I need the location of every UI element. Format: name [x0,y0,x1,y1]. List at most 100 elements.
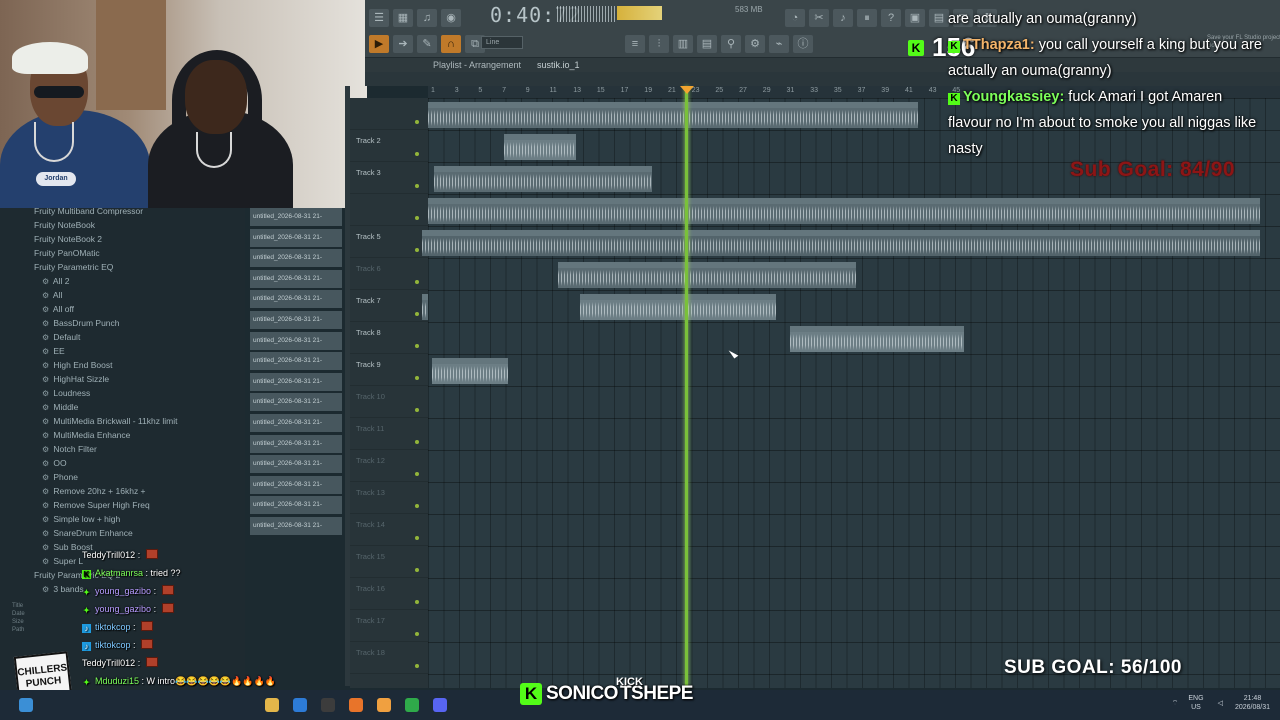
browser-item[interactable]: ⚙ All off [0,302,245,316]
help-icon[interactable]: ? [881,9,901,27]
save-icon[interactable]: ▣ [905,9,925,27]
recording-file[interactable]: untitled_2026-08-31 21- [250,372,342,391]
browser-item[interactable]: ⚙ MultiMedia Brickwall - 11khz limit [0,414,245,428]
mic-icon[interactable]: ♪ [833,9,853,27]
track-header[interactable] [350,98,428,130]
recording-file[interactable]: untitled_2026-08-31 21- [250,331,342,350]
volume-icon[interactable]: ◁ [1218,699,1223,707]
playhead-marker[interactable] [680,86,694,94]
track-header[interactable]: Track 12 [350,450,428,482]
mixer-icon[interactable]: ⫶ [649,35,669,53]
track-mute-led[interactable] [415,344,419,348]
audio-clip[interactable]: untitled_20...58_Insert 1 [432,358,508,384]
audio-clip[interactable]: [FREE] Nemzzz x Knucks x Roadstar Type B… [422,230,1260,256]
browser-item[interactable]: ⚙ BassDrum Punch [0,316,245,330]
browser-item[interactable]: Fruity Multiband Compressor [0,208,245,218]
track-mute-led[interactable] [415,536,419,540]
recording-file[interactable]: untitled_2026-08-31 21- [250,393,342,412]
clock[interactable]: 21:48 2026/08/31 [1235,694,1270,712]
audio-clip[interactable]: untitled_2026-08-31 21-22_Insert 1 [428,102,918,128]
info-icon[interactable]: ⓘ [793,35,813,53]
recording-file[interactable]: untitled_2026-08-31 21- [250,496,342,515]
track-mute-led[interactable] [415,184,419,188]
track-mute-led[interactable] [415,120,419,124]
browser-item[interactable]: Fruity NoteBook 2 [0,232,245,246]
track-mute-led[interactable] [415,440,419,444]
browser-item[interactable]: ⚙ High End Boost [0,358,245,372]
browser-item[interactable]: ⚙ SnareDrum Enhance [0,526,245,540]
plugin-icon[interactable]: ⚲ [721,35,741,53]
browser-item[interactable]: Fruity NoteBook [0,218,245,232]
pencil-icon[interactable]: ✎ [417,35,437,53]
browser-item[interactable]: ⚙ EE [0,344,245,358]
track-header[interactable]: Track 3 [350,162,428,194]
pattern-icon[interactable]: ▦ [393,9,413,27]
spreadsheet-icon[interactable] [405,698,419,712]
playlist-icon[interactable]: ▤ [697,35,717,53]
track-mute-led[interactable] [415,248,419,252]
recording-file[interactable]: untitled_2026-08-31 21- [250,516,342,535]
track-header[interactable]: Track 6 [350,258,428,290]
recording-file[interactable]: untitled_2026-08-31 21- [250,208,342,226]
file-explorer-icon[interactable] [265,698,279,712]
channel-rack-icon[interactable]: ▥ [673,35,693,53]
tempo-icon[interactable]: ⌁ [769,35,789,53]
arrangement-grid[interactable]: untitled_2026-08-31 21-22_Insert 1 untitl… [422,98,1280,688]
browser-item[interactable]: ⚙ Phone [0,470,245,484]
track-header[interactable]: Track 14 [350,514,428,546]
menu-icon[interactable]: ☰ [369,9,389,27]
browser-item[interactable]: ⚙ All [0,288,245,302]
obs-icon[interactable] [321,698,335,712]
track-header[interactable]: Track 18 [350,642,428,674]
recording-file[interactable]: untitled_2026-08-31 21- [250,228,342,247]
plugin-db-icon[interactable]: ⚙ [745,35,765,53]
track-mute-led[interactable] [415,216,419,220]
track-mute-led[interactable] [415,664,419,668]
discord-icon[interactable] [433,698,447,712]
audio-clip[interactable] [422,294,428,320]
browser-item[interactable]: ⚙ Remove Super High Freq [0,498,245,512]
audio-clip[interactable]: untitled_2026-08-31 21-26-18_Insert 1 [558,262,856,288]
recording-file[interactable]: untitled_2026-08-31 21- [250,290,342,309]
language-indicator[interactable]: ENG US [1188,694,1203,712]
playhead[interactable] [685,86,688,688]
edge-icon[interactable] [293,698,307,712]
recording-file[interactable]: untitled_2026-08-31 21- [250,249,342,268]
metronome-icon[interactable]: ◔ [785,9,805,27]
browser-item[interactable]: ⚙ Notch Filter [0,442,245,456]
cut-icon[interactable]: ✂ [809,9,829,27]
browser-item[interactable]: ⚙ HighHat Sizzle [0,372,245,386]
playlist-pattern[interactable]: sustik.io_1 [537,58,580,72]
browser-item[interactable]: ⚙ Remove 20hz + 16khz + [0,484,245,498]
wifi-icon[interactable]: ⌔ [1172,699,1179,708]
recording-file[interactable]: untitled_2026-08-31 21- [250,352,342,371]
play-icon[interactable]: ▶ [369,35,389,53]
track-header[interactable]: Track 9 [350,354,428,386]
browser-item[interactable]: ⚙ Loudness [0,386,245,400]
browser-item[interactable]: ⚙ OO [0,456,245,470]
arrow-icon[interactable]: ➔ [393,35,413,53]
track-mute-led[interactable] [415,568,419,572]
track-mute-led[interactable] [415,600,419,604]
track-header[interactable]: Track 15 [350,546,428,578]
record-mode-icon[interactable]: ◉ [441,9,461,27]
recording-file[interactable]: untitled_2026-08-31 21- [250,475,342,494]
track-mute-led[interactable] [415,280,419,284]
browser-item[interactable]: ⚙ Simple low + high [0,512,245,526]
track-header[interactable]: Track 2 [350,130,428,162]
snap-select[interactable]: Line [481,36,523,49]
track-header[interactable]: Track 17 [350,610,428,642]
recording-file[interactable]: untitled_2026-08-31 21- [250,413,342,432]
track-header[interactable]: Track 13 [350,482,428,514]
audio-clip[interactable]: [FREE] Nemzzz x Knucks x Roadstar Type B… [428,198,1260,224]
song-mode-icon[interactable]: ♫ [417,9,437,27]
track-header[interactable]: Track 8 [350,322,428,354]
track-mute-led[interactable] [415,312,419,316]
audio-clip[interactable]: untitled_2026-08-31 21-26-30_Insert 1 [434,166,652,192]
track-mute-led[interactable] [415,504,419,508]
firefox-icon[interactable] [377,698,391,712]
track-mute-led[interactable] [415,472,419,476]
track-header[interactable]: Track 16 [350,578,428,610]
recording-file[interactable]: untitled_2026-08-31 21- [250,310,342,329]
piano-roll-icon[interactable]: ≡ [625,35,645,53]
